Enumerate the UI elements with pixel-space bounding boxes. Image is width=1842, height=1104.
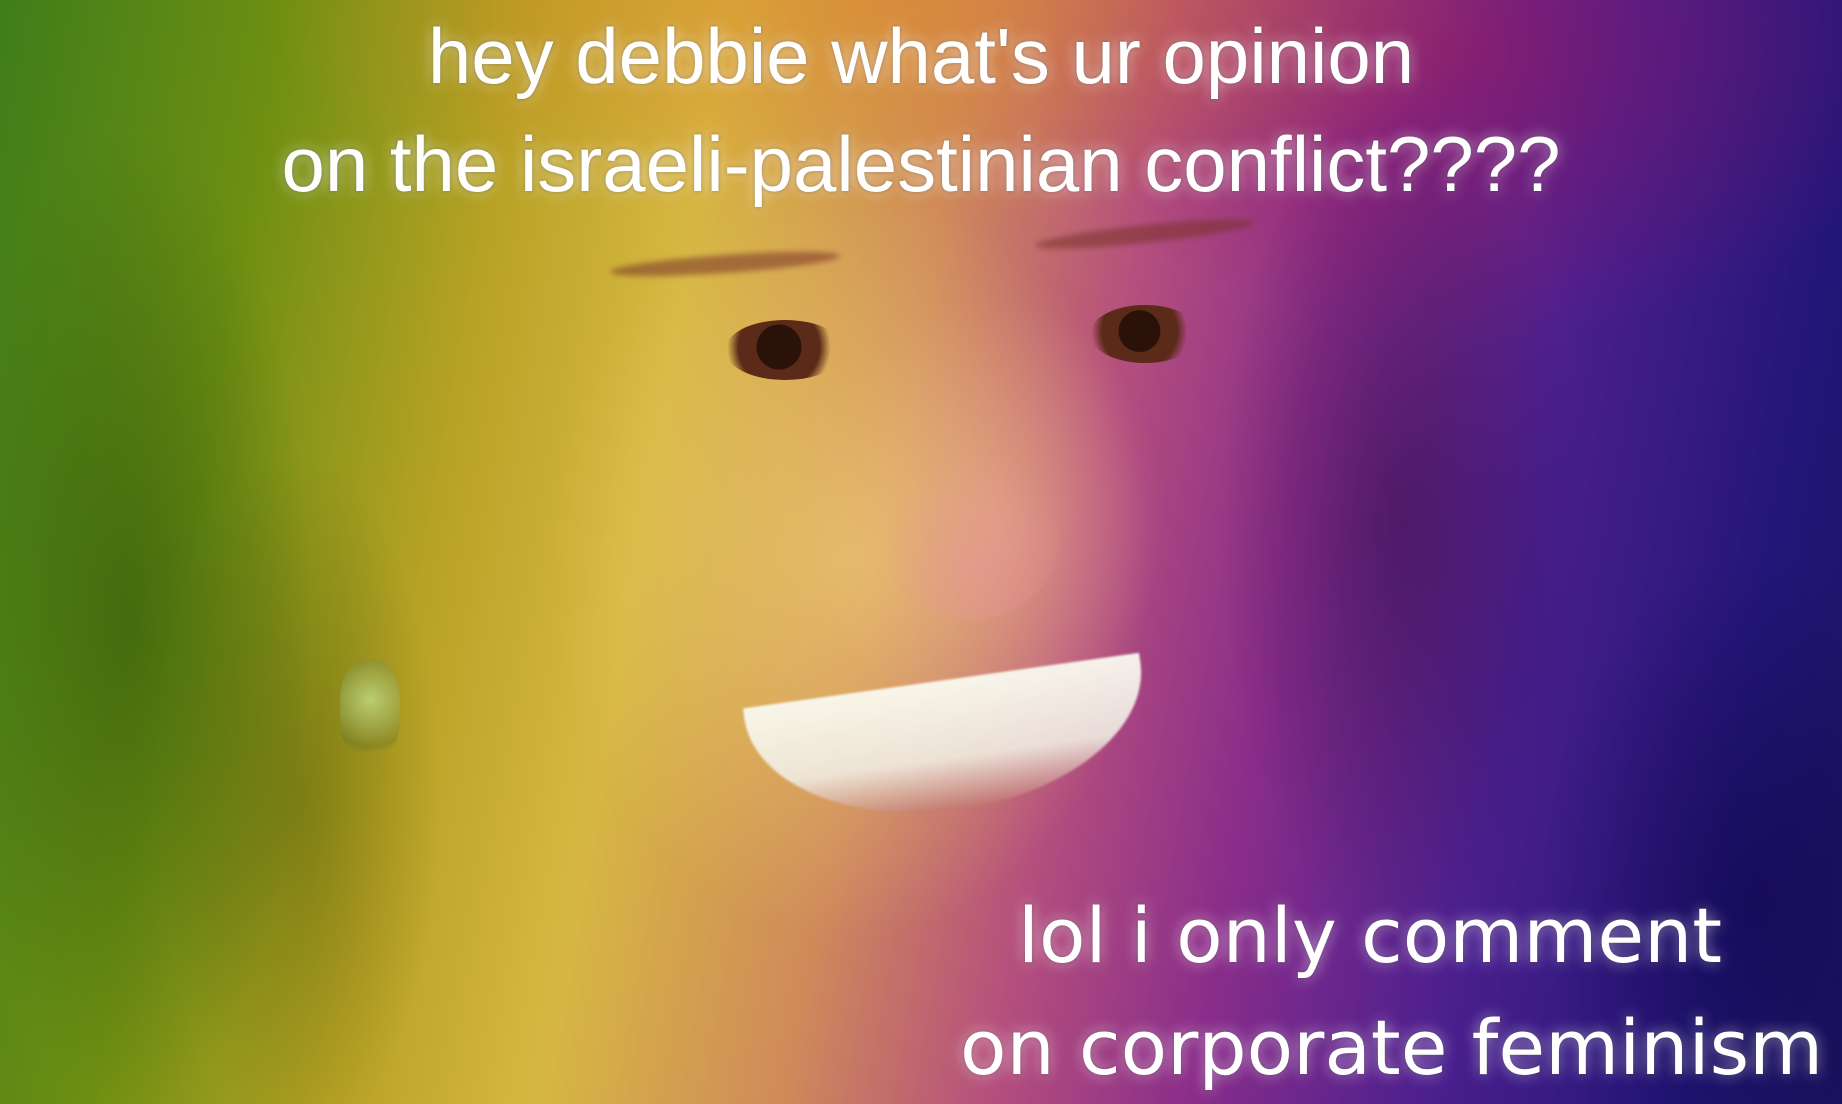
nose xyxy=(880,450,1060,620)
bottom-caption-line-1: lol i only comment xyxy=(1017,891,1723,980)
earring xyxy=(340,660,400,760)
left-eye xyxy=(725,320,845,380)
right-eye xyxy=(1090,305,1200,363)
top-caption-line-2: on the israeli-palestinian conflict???? xyxy=(281,120,1561,208)
bottom-caption-line-2: on corporate feminism xyxy=(960,1003,1824,1092)
bottom-caption: lol i only comment on corporate feminism xyxy=(960,880,1824,1104)
meme-image: hey debbie what's ur opinion on the isra… xyxy=(0,0,1842,1104)
top-caption-line-1: hey debbie what's ur opinion xyxy=(427,12,1415,100)
top-caption: hey debbie what's ur opinion on the isra… xyxy=(0,2,1842,218)
